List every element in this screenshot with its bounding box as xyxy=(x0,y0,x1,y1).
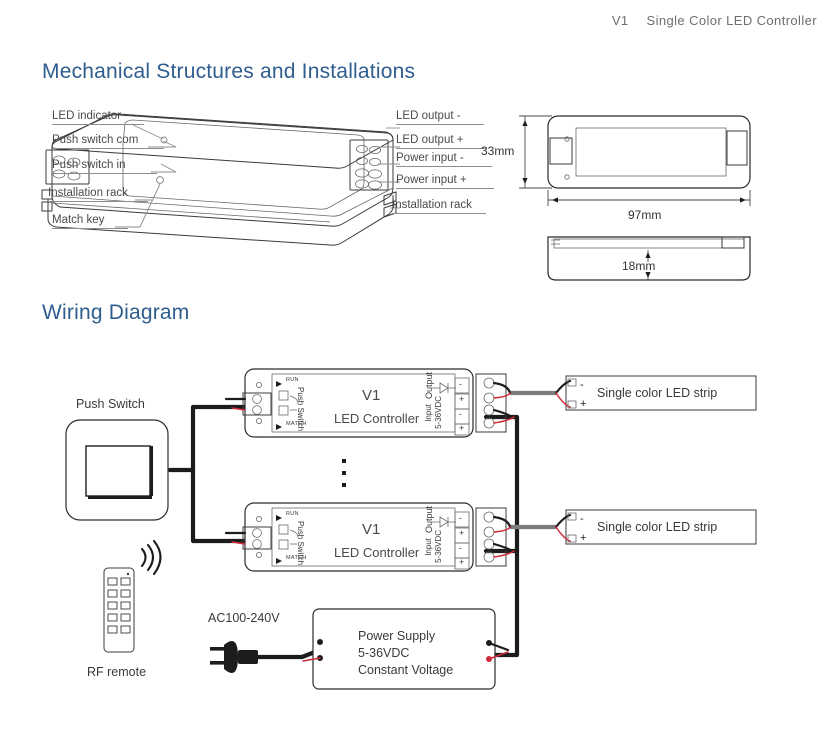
led-strip-1-label: Single color LED strip xyxy=(597,386,718,400)
led-strip-2-plus: + xyxy=(580,532,587,544)
led-strip-2-label: Single color LED strip xyxy=(597,520,718,534)
power-supply-label: Power Supply 5-36VDC Constant Voltage xyxy=(358,628,453,679)
power-supply-line1: Power Supply xyxy=(358,629,436,643)
controller-1-run-label: RUN xyxy=(286,377,299,383)
power-supply-line3: Constant Voltage xyxy=(358,663,454,677)
rf-remote-label: RF remote xyxy=(87,665,147,679)
controller-1-out-plus: + xyxy=(459,394,465,404)
wiring-diagram-figure xyxy=(65,368,757,690)
ac-plug-icon xyxy=(210,641,323,673)
power-supply-line2: 5-36VDC xyxy=(358,646,410,660)
push-switch-plate xyxy=(65,419,169,521)
controller-2-input-label: Input xyxy=(424,538,433,556)
controller-1-model: V1 xyxy=(362,387,381,404)
push-switch-label: Push Switch xyxy=(76,397,145,411)
controller-2-in-minus: - xyxy=(459,543,462,553)
led-strip-1-minus: - xyxy=(580,379,584,391)
controller-2-in-plus: + xyxy=(459,557,465,567)
controller-1-subtitle: LED Controller xyxy=(334,411,420,426)
controller-1-output-label: Output xyxy=(424,372,434,400)
controller-1-push-switch-label: Push Switch xyxy=(296,387,305,432)
controller-2-out-minus: - xyxy=(459,513,462,523)
controller-1-in-plus: + xyxy=(459,423,465,433)
controller-2-model: V1 xyxy=(362,521,381,538)
controller-2-subtitle: LED Controller xyxy=(334,545,420,560)
controller-1-input-label: Input xyxy=(424,404,433,422)
controller-1-input-voltage: 5-36VDC xyxy=(434,396,443,429)
led-strip-2-minus: - xyxy=(580,513,584,525)
controller-2-run-label: RUN xyxy=(286,511,299,517)
repeat-ellipsis-icon xyxy=(342,459,346,487)
controller-2-output-label: Output xyxy=(424,506,434,534)
led-strip-1-plus: + xyxy=(580,398,587,410)
controller-2-out-plus: + xyxy=(459,528,465,538)
controller-2-input-voltage: 5-36VDC xyxy=(434,530,443,563)
ac-input-label: AC100-240V xyxy=(208,611,280,625)
controller-1-out-minus: - xyxy=(459,379,462,389)
rf-remote xyxy=(103,539,162,653)
controller-1-in-minus: - xyxy=(459,409,462,419)
rf-signal-waves xyxy=(140,539,162,576)
controller-2-push-switch-label: Push Switch xyxy=(296,521,305,566)
